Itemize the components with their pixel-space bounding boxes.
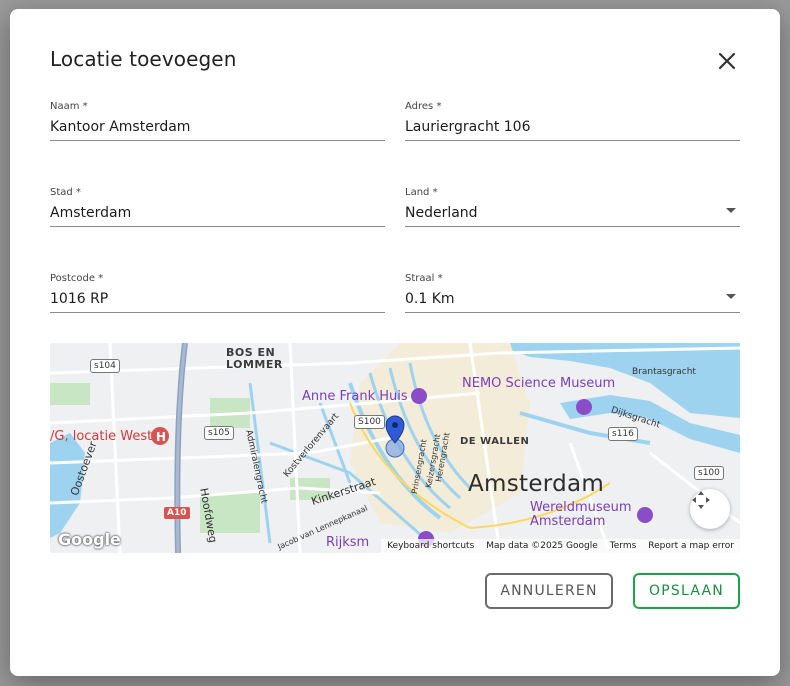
city-input[interactable]: Amsterdam bbox=[50, 205, 131, 221]
route-badge: s116 bbox=[608, 427, 638, 441]
close-icon bbox=[718, 52, 736, 70]
country-label: Land * bbox=[405, 187, 438, 198]
move-arrows-icon bbox=[692, 491, 710, 509]
map-label-nemo: NEMO Science Museum bbox=[462, 376, 616, 391]
route-badge: S100 bbox=[354, 415, 385, 429]
add-location-dialog: Locatie toevoegen Naam * Kantoor Amsterd… bbox=[10, 9, 780, 676]
dialog-title: Locatie toevoegen bbox=[50, 47, 237, 71]
address-label: Adres * bbox=[405, 101, 442, 112]
keyboard-shortcuts-link[interactable]: Keyboard shortcuts bbox=[387, 541, 474, 551]
country-value[interactable]: Nederland bbox=[405, 205, 478, 221]
postcode-input[interactable]: 1016 RP bbox=[50, 291, 108, 307]
map-label-wereldmuseum: Wereldmuseum Amsterdam bbox=[530, 500, 632, 529]
location-map[interactable]: H BOS EN LOMMER Anne Frank Huis NEMO Sci… bbox=[50, 343, 740, 553]
map-label-rijks: Rijksm bbox=[326, 535, 370, 550]
route-badge: s104 bbox=[90, 359, 120, 373]
map-data-text: Map data ©2025 Google bbox=[486, 541, 598, 551]
country-select[interactable]: Land * Nederland bbox=[405, 187, 740, 227]
radius-value[interactable]: 0.1 Km bbox=[405, 291, 455, 307]
terms-link[interactable]: Terms bbox=[610, 541, 637, 551]
cancel-button[interactable]: ANNULEREN bbox=[485, 573, 613, 609]
city-label: Stad * bbox=[50, 187, 81, 198]
chevron-down-icon[interactable] bbox=[726, 208, 736, 213]
close-button[interactable] bbox=[710, 46, 744, 76]
postcode-label: Postcode * bbox=[50, 273, 104, 284]
postcode-field[interactable]: Postcode * 1016 RP bbox=[50, 273, 385, 313]
name-field[interactable]: Naam * Kantoor Amsterdam bbox=[50, 101, 385, 141]
map-label-brantasgracht: Brantasgracht bbox=[632, 367, 696, 377]
map-label-de-wallen: DE WALLEN bbox=[460, 436, 530, 447]
route-badge: s100 bbox=[694, 466, 724, 480]
route-badge-a10: A10 bbox=[164, 507, 190, 519]
address-input[interactable]: Lauriergracht 106 bbox=[405, 119, 530, 135]
map-label-olvg: /G, locatie West bbox=[50, 429, 153, 444]
name-input[interactable]: Kantoor Amsterdam bbox=[50, 119, 190, 135]
map-label-amsterdam: Amsterdam bbox=[468, 471, 605, 497]
name-label: Naam * bbox=[50, 101, 88, 112]
address-field[interactable]: Adres * Lauriergracht 106 bbox=[405, 101, 740, 141]
city-field[interactable]: Stad * Amsterdam bbox=[50, 187, 385, 227]
map-attribution: Keyboard shortcuts Map data ©2025 Google… bbox=[381, 539, 740, 553]
save-button[interactable]: OPSLAAN bbox=[633, 573, 740, 609]
map-label-bos-en-lommer: BOS EN LOMMER bbox=[226, 346, 283, 371]
radius-label: Straal * bbox=[405, 273, 443, 284]
chevron-down-icon[interactable] bbox=[726, 294, 736, 299]
svg-text:H: H bbox=[156, 430, 166, 444]
report-map-error-link[interactable]: Report a map error bbox=[648, 541, 734, 551]
route-badge: s105 bbox=[204, 426, 234, 440]
radius-select[interactable]: Straal * 0.1 Km bbox=[405, 273, 740, 313]
map-fullscreen-button[interactable] bbox=[690, 489, 730, 529]
google-logo: Google bbox=[58, 530, 121, 549]
map-label-anne-frank: Anne Frank Huis bbox=[302, 389, 408, 404]
